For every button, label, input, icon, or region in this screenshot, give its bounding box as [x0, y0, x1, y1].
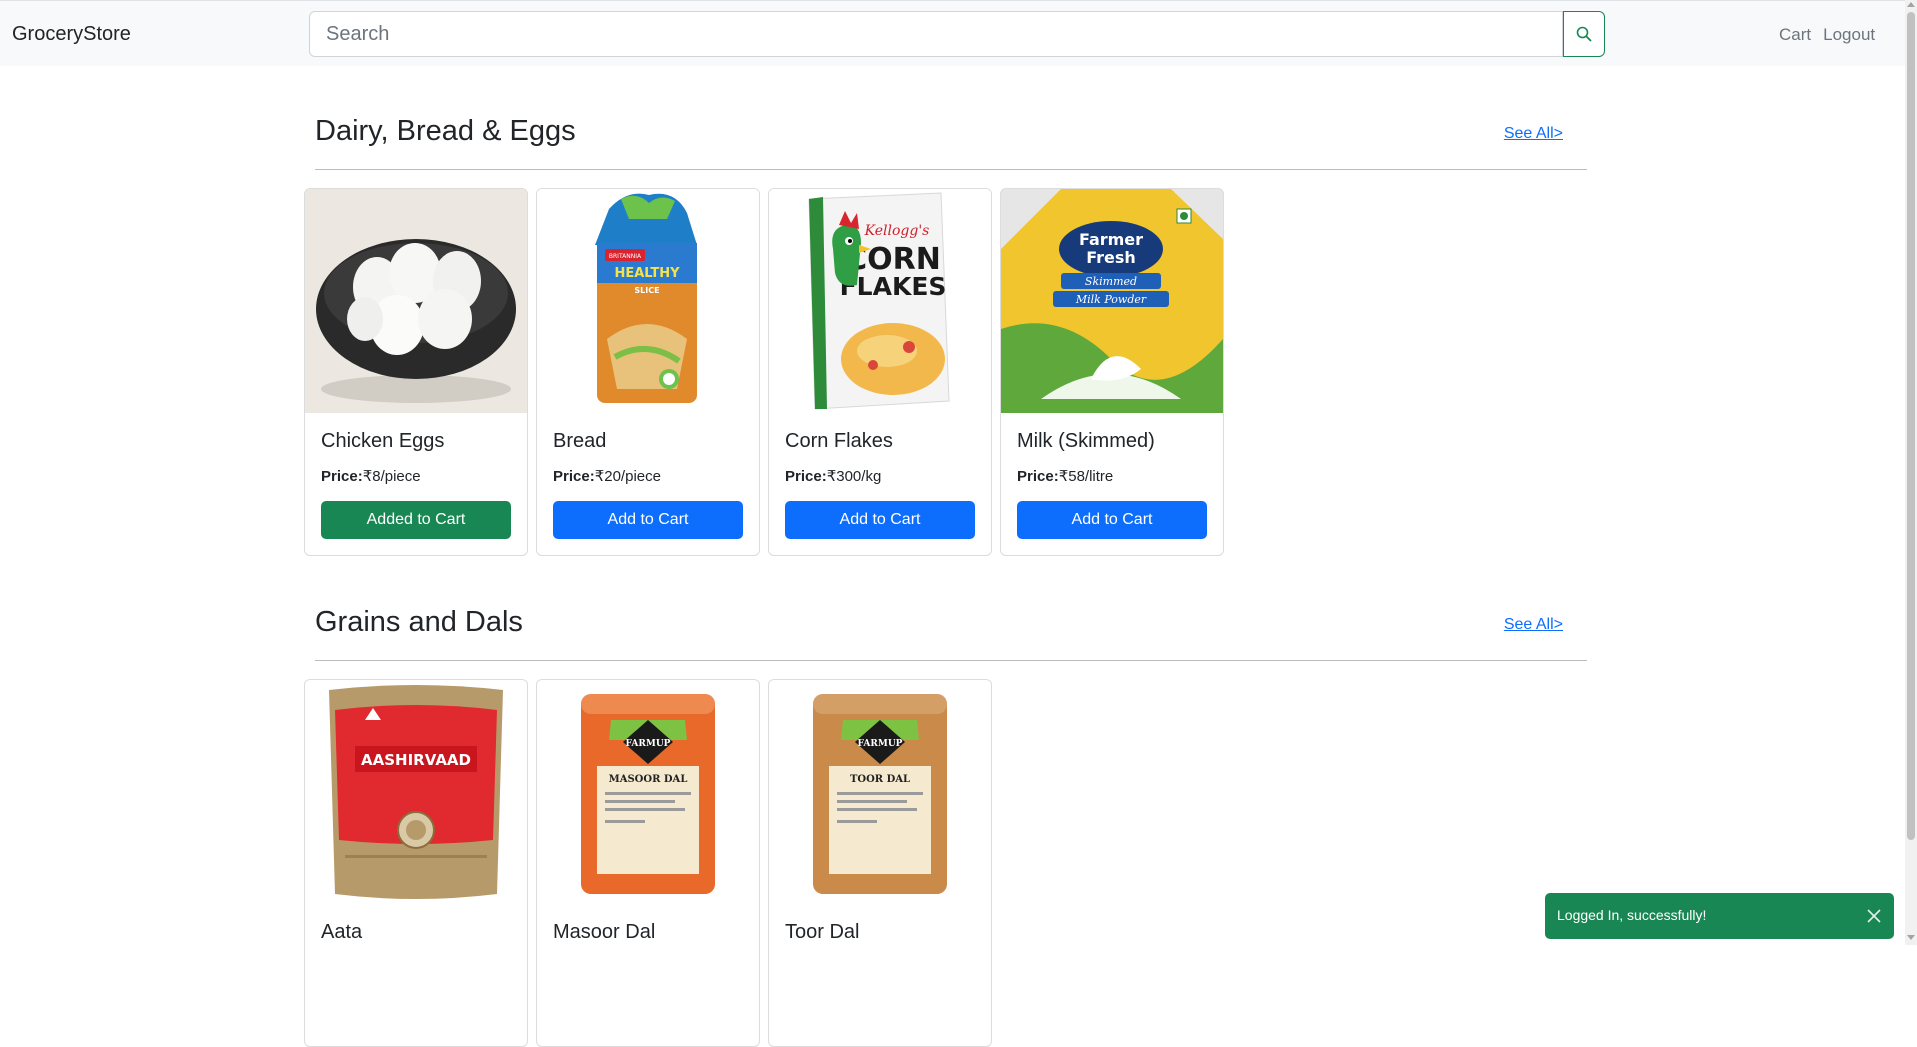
- milk-powder-pack-image: Farmer Fresh Skimmed Milk Powder: [1001, 189, 1223, 413]
- product-card: Kellogg's CORN FLAKES Corn Flakes Price:…: [768, 188, 992, 556]
- masoor-dal-pack-image: FARMUP MASOOR DAL: [537, 680, 759, 904]
- login-toast: Logged In, successfully!: [1545, 893, 1894, 939]
- section-title: Dairy, Bread & Eggs: [315, 115, 576, 147]
- nav-cart-link[interactable]: Cart: [1779, 25, 1811, 44]
- nav-links: Cart Logout: [1779, 25, 1887, 45]
- product-card: BRITANNIA HEALTHY SLICE Bread Price:₹20/…: [536, 188, 760, 556]
- see-all-link[interactable]: See All>: [1504, 125, 1563, 143]
- section-grains-and-dals: Grains and Dals See All> AASHIRVAAD Aata…: [303, 606, 1589, 1047]
- add-to-cart-button[interactable]: Add to Cart: [553, 501, 743, 539]
- atta-brand-text: AASHIRVAAD: [361, 751, 471, 769]
- milk-name-1: Skimmed: [1085, 275, 1137, 288]
- scroll-down-arrow-icon[interactable]: [1907, 935, 1915, 940]
- product-price: Price:₹300/kg: [785, 467, 881, 485]
- product-name[interactable]: Corn Flakes: [785, 430, 893, 453]
- section-dairy-bread-eggs: Dairy, Bread & Eggs See All> Chicken Egg…: [303, 115, 1589, 556]
- product-card: Farmer Fresh Skimmed Milk Powder Milk (S…: [1000, 188, 1224, 556]
- bread-loaf-image: BRITANNIA HEALTHY SLICE: [537, 189, 759, 413]
- price-value: ₹8/piece: [362, 468, 421, 485]
- bread-sub-text: SLICE: [634, 286, 659, 295]
- product-name[interactable]: Masoor Dal: [553, 921, 655, 944]
- search-icon: [1576, 26, 1592, 42]
- price-label: Price:: [1017, 468, 1059, 485]
- price-value: ₹300/kg: [826, 468, 882, 485]
- product-price: Price:₹8/piece: [321, 467, 421, 485]
- product-card: FARMUP TOOR DAL Toor Dal: [768, 679, 992, 1047]
- masoor-name-text: MASOOR DAL: [609, 774, 688, 785]
- brand-logo[interactable]: GroceryStore: [12, 23, 131, 46]
- cornflakes-brand-text: Kellogg's: [864, 223, 930, 239]
- price-label: Price:: [785, 468, 827, 485]
- toor-dal-pack-image: FARMUP TOOR DAL: [769, 680, 991, 904]
- product-name[interactable]: Bread: [553, 430, 606, 453]
- bread-brand-text: BRITANNIA: [609, 253, 642, 260]
- price-label: Price:: [553, 468, 595, 485]
- toor-name-text: TOOR DAL: [850, 774, 910, 785]
- search-button[interactable]: [1563, 11, 1605, 57]
- section-title: Grains and Dals: [315, 606, 523, 638]
- scroll-up-arrow-icon[interactable]: [1907, 2, 1915, 7]
- milk-brand-2: Fresh: [1086, 248, 1136, 267]
- price-value: ₹20/piece: [594, 468, 661, 485]
- add-to-cart-button[interactable]: Add to Cart: [785, 501, 975, 539]
- product-name[interactable]: Chicken Eggs: [321, 430, 444, 453]
- eggs-bowl-image: [305, 189, 527, 413]
- add-to-cart-button[interactable]: Add to Cart: [1017, 501, 1207, 539]
- product-card: AASHIRVAAD Aata: [304, 679, 528, 1047]
- search-input[interactable]: [309, 11, 1563, 57]
- milk-name-2: Milk Powder: [1075, 293, 1147, 306]
- added-to-cart-button[interactable]: Added to Cart: [321, 501, 511, 539]
- nav-logout-link[interactable]: Logout: [1823, 25, 1875, 44]
- farmup-brand-text: FARMUP: [858, 739, 903, 749]
- page-scrollbar[interactable]: [1905, 0, 1917, 945]
- product-name[interactable]: Aata: [321, 921, 362, 944]
- product-price: Price:₹58/litre: [1017, 467, 1113, 485]
- see-all-link[interactable]: See All>: [1504, 616, 1563, 634]
- scrollbar-thumb[interactable]: [1907, 12, 1915, 840]
- toast-message: Logged In, successfully!: [1557, 907, 1707, 923]
- corn-flakes-box-image: Kellogg's CORN FLAKES: [769, 189, 991, 413]
- close-icon[interactable]: [1866, 908, 1882, 924]
- product-card: FARMUP MASOOR DAL Masoor Dal: [536, 679, 760, 1047]
- price-label: Price:: [321, 468, 363, 485]
- section-divider: [315, 660, 1587, 661]
- bread-line-text: HEALTHY: [614, 266, 680, 281]
- product-name[interactable]: Milk (Skimmed): [1017, 430, 1155, 453]
- navbar: GroceryStore Cart Logout: [0, 0, 1905, 66]
- product-card: Chicken Eggs Price:₹8/piece Added to Car…: [304, 188, 528, 556]
- product-name[interactable]: Toor Dal: [785, 921, 859, 944]
- farmup-brand-text: FARMUP: [626, 739, 671, 749]
- atta-bag-image: AASHIRVAAD: [305, 680, 527, 904]
- price-value: ₹58/litre: [1058, 468, 1114, 485]
- search-bar: [309, 11, 1605, 57]
- product-price: Price:₹20/piece: [553, 467, 661, 485]
- milk-brand-1: Farmer: [1079, 230, 1143, 249]
- section-divider: [315, 169, 1587, 170]
